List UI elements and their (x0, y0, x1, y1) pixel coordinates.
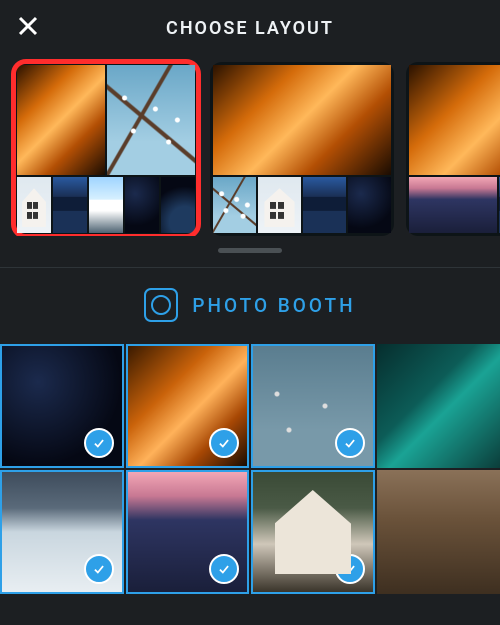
page-title: CHOOSE LAYOUT (166, 18, 334, 39)
layout-cell (213, 65, 391, 175)
layout-cell (89, 177, 123, 233)
photo-thumbnail[interactable] (126, 470, 250, 594)
photo-thumbnail[interactable] (0, 344, 124, 468)
photo-thumbnail[interactable] (251, 470, 375, 594)
layout-cell (409, 177, 497, 233)
selected-check-icon (335, 554, 365, 584)
layout-cell (107, 65, 195, 175)
selected-check-icon (84, 554, 114, 584)
layout-cell (17, 177, 51, 233)
close-icon (16, 14, 40, 42)
photo-booth-label: PHOTO BOOTH (192, 294, 355, 317)
selected-check-icon (335, 428, 365, 458)
selected-check-icon (84, 428, 114, 458)
layout-cell (258, 177, 301, 233)
photo-thumbnail[interactable] (0, 470, 124, 594)
selected-check-icon (209, 428, 239, 458)
header: CHOOSE LAYOUT (0, 0, 500, 56)
layout-option[interactable] (406, 62, 500, 236)
photo-thumbnail[interactable] (377, 344, 500, 468)
layout-cell (125, 177, 159, 233)
carousel-scroll-indicator (0, 236, 500, 267)
photo-thumbnail[interactable] (126, 344, 250, 468)
photo-thumbnail[interactable] (377, 470, 500, 594)
layout-cell (161, 177, 195, 233)
selected-check-icon (209, 554, 239, 584)
layout-cell (409, 65, 500, 175)
layout-option[interactable] (210, 62, 394, 236)
photo-grid (0, 344, 500, 594)
layout-cell (213, 177, 256, 233)
layout-cell (303, 177, 346, 233)
layout-cell (17, 65, 105, 175)
layout-cell (53, 177, 87, 233)
layout-cell (348, 177, 391, 233)
photo-booth-button[interactable]: PHOTO BOOTH (0, 268, 500, 344)
layout-option[interactable] (14, 62, 198, 236)
close-button[interactable] (14, 14, 42, 42)
photo-thumbnail[interactable] (251, 344, 375, 468)
layout-carousel[interactable] (0, 56, 500, 236)
camera-icon (144, 288, 178, 322)
